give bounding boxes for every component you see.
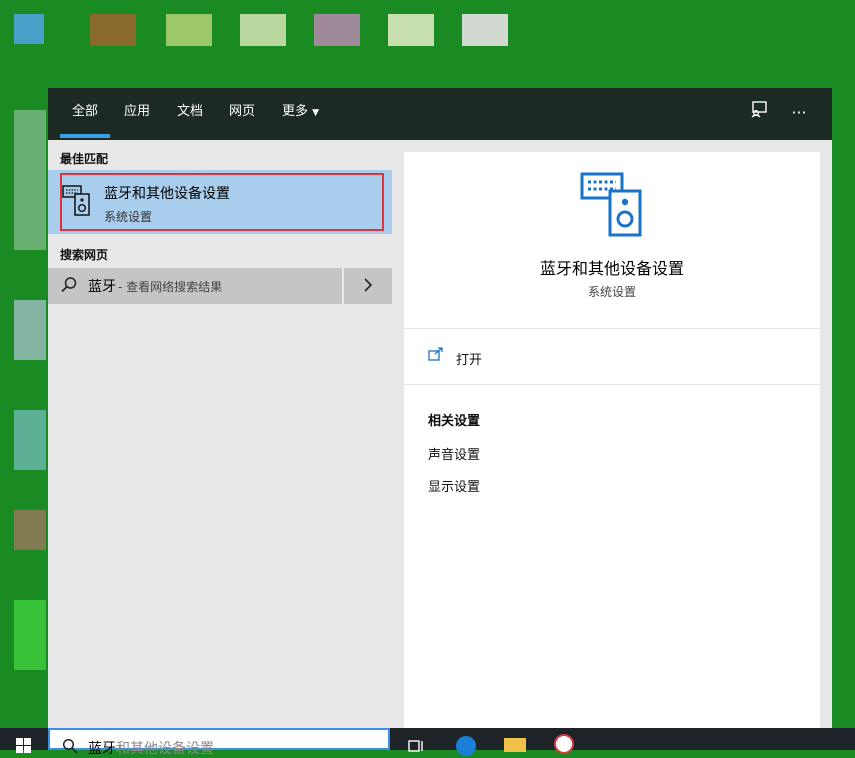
more-options-icon[interactable]: ··· bbox=[786, 100, 812, 126]
tab-documents[interactable]: 文档 bbox=[177, 88, 203, 140]
chevron-down-icon: ▼ bbox=[312, 108, 320, 118]
watermark: Bai du 经验 jingyan.baidu.com bbox=[652, 650, 803, 700]
divider bbox=[404, 384, 820, 385]
tab-more-label: 更多 bbox=[282, 104, 309, 119]
task-view-icon[interactable] bbox=[408, 738, 426, 757]
results-pane: 最佳匹配 蓝牙和其他设备设置 系统设置 搜索网页 蓝牙 - 查看网络搜索结果 bbox=[48, 140, 392, 728]
preview-subtitle: 系统设置 bbox=[587, 285, 636, 299]
watermark-brand: Bai du 经验 bbox=[652, 656, 803, 684]
related-settings-heading: 相关设置 bbox=[428, 414, 481, 429]
search-filter-bar: 全部 应用 文档 网页 更多 ▼ ··· bbox=[48, 88, 832, 140]
tab-active-indicator bbox=[60, 134, 110, 138]
open-icon bbox=[428, 346, 444, 365]
tab-apps[interactable]: 应用 bbox=[124, 88, 150, 140]
web-search-query: 蓝牙 bbox=[88, 279, 116, 295]
best-match-subtitle: 系统设置 bbox=[104, 210, 153, 224]
tab-web[interactable]: 网页 bbox=[229, 88, 255, 140]
web-search-expand-button[interactable] bbox=[344, 268, 392, 304]
edge-browser-icon[interactable] bbox=[456, 736, 476, 756]
app-icon[interactable] bbox=[554, 734, 574, 754]
related-link-display[interactable]: 显示设置 bbox=[428, 476, 480, 495]
search-suggestion-text: 和其他设备设置 bbox=[116, 741, 214, 757]
tab-more[interactable]: 更多 ▼ bbox=[282, 88, 319, 140]
related-link-sound[interactable]: 声音设置 bbox=[428, 444, 480, 463]
watermark-url: jingyan.baidu.com bbox=[652, 687, 754, 700]
web-search-item[interactable]: 蓝牙 - 查看网络搜索结果 bbox=[48, 268, 342, 304]
search-input-text: 蓝牙和其他设备设置 bbox=[88, 738, 214, 758]
best-match-title: 蓝牙和其他设备设置 bbox=[104, 186, 230, 202]
web-search-heading: 搜索网页 bbox=[60, 248, 109, 262]
search-icon bbox=[60, 276, 78, 298]
devices-settings-large-icon bbox=[580, 171, 644, 241]
open-action[interactable]: 打开 bbox=[404, 332, 820, 382]
search-window: 全部 应用 文档 网页 更多 ▼ ··· 最佳匹配 蓝牙和其他设备设置 系统设置… bbox=[48, 88, 832, 728]
best-match-heading: 最佳匹配 bbox=[60, 152, 109, 166]
search-typed-text: 蓝牙 bbox=[88, 741, 116, 757]
preview-pane: 蓝牙和其他设备设置 系统设置 打开 相关设置 声音设置 显示设置 bbox=[404, 152, 820, 728]
divider bbox=[404, 328, 820, 329]
windows-start-icon[interactable] bbox=[16, 738, 32, 758]
devices-settings-icon bbox=[62, 184, 92, 220]
web-search-hint: - 查看网络搜索结果 bbox=[118, 280, 223, 294]
taskbar-search-box[interactable]: 蓝牙和其他设备设置 bbox=[48, 728, 390, 757]
feedback-icon[interactable] bbox=[746, 100, 772, 126]
tab-all[interactable]: 全部 bbox=[72, 88, 98, 140]
chevron-right-icon bbox=[362, 275, 374, 299]
search-icon bbox=[62, 738, 78, 758]
preview-title: 蓝牙和其他设备设置 bbox=[539, 259, 684, 278]
open-label: 打开 bbox=[456, 353, 483, 368]
